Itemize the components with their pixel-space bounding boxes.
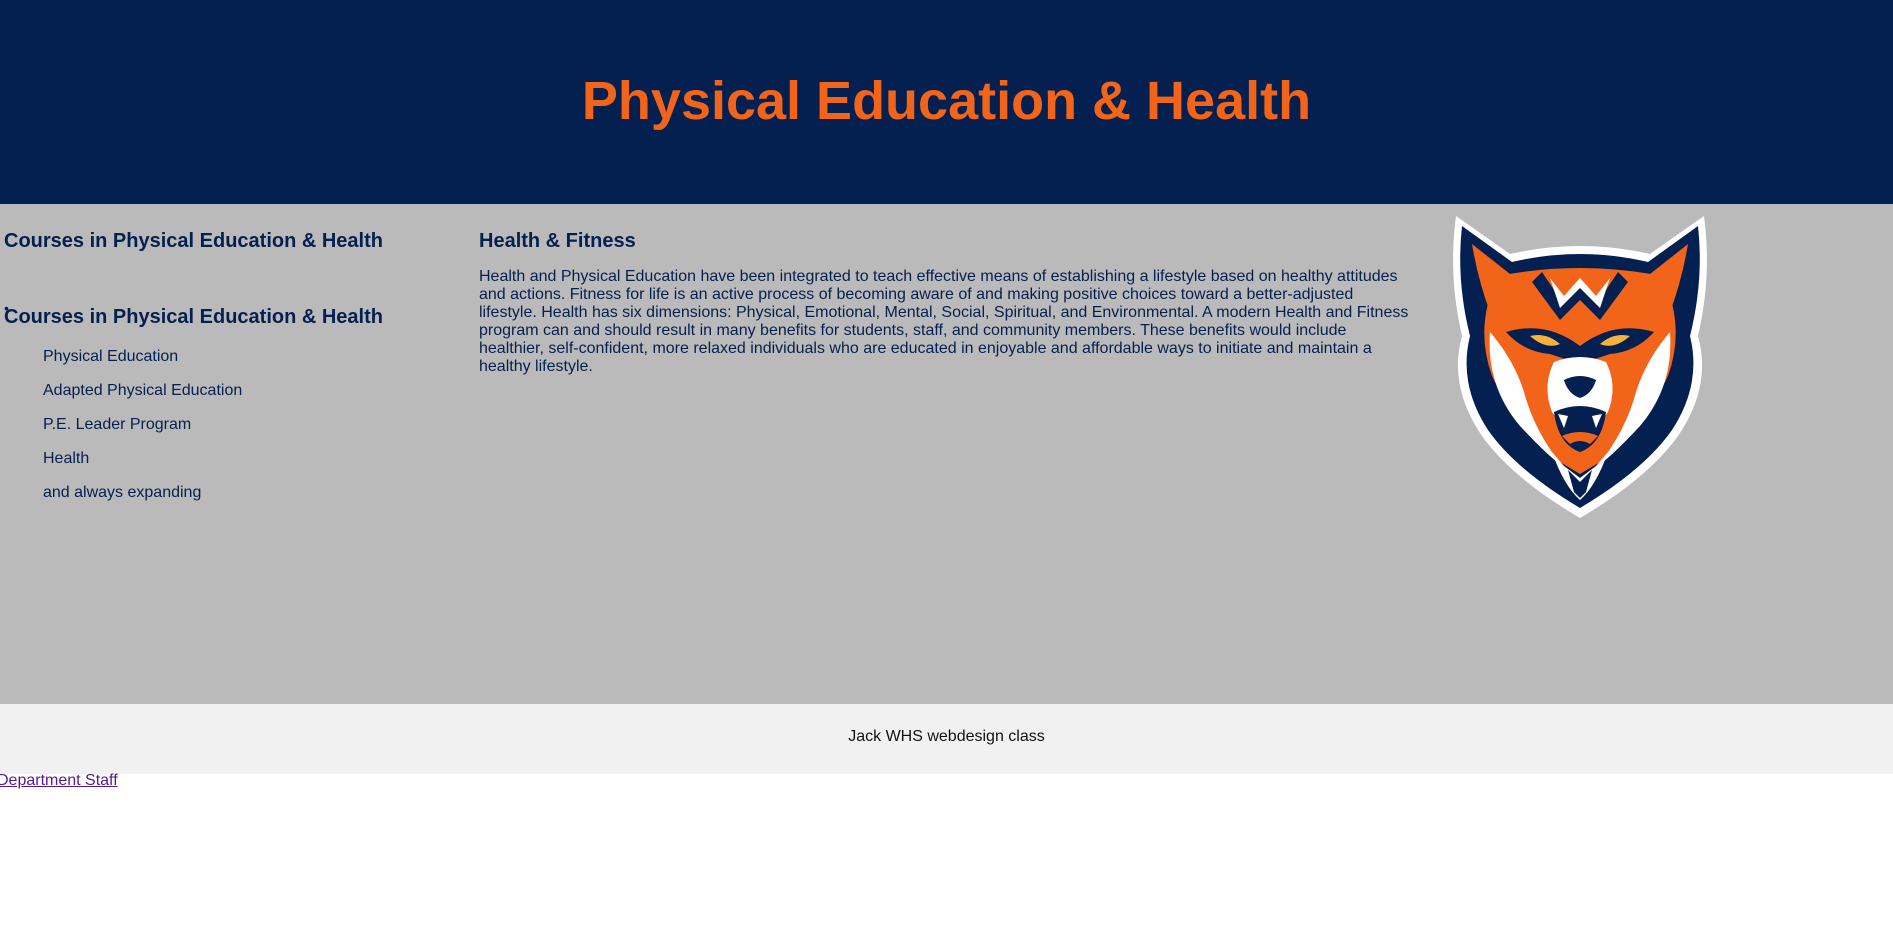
footer-credit: Jack WHS webdesign class [848,728,1045,745]
course-item-health: Health [43,450,90,467]
course-item-pe-leader: P.E. Leader Program [43,416,192,433]
page-header: Physical Education & Health [0,0,1893,204]
course-list: Physical Education Adapted Physical Educ… [43,348,242,518]
course-item-adapted-pe: Adapted Physical Education [43,382,243,399]
course-item-physical-education: Physical Education [43,348,179,365]
health-fitness-article: Health & Fitness Health and Physical Edu… [479,228,1414,376]
courses-heading: Courses in Physical Education & Health [4,230,383,252]
article-heading: Health & Fitness [479,230,636,252]
main-content: Courses in Physical Education & Health •… [0,204,1893,704]
courses-sidebar: Courses in Physical Education & Health •… [4,228,464,501]
article-body: Health and Physical Education have been … [479,268,1409,375]
department-staff-link[interactable]: Department Staff [0,772,118,790]
courses-subheading: Courses in Physical Education & Health [4,306,383,328]
course-item-expanding: and always expanding [43,484,202,501]
wolf-mascot-icon [1453,216,1707,518]
page-footer: Jack WHS webdesign class [0,704,1893,774]
page-title: Physical Education & Health [581,71,1312,131]
